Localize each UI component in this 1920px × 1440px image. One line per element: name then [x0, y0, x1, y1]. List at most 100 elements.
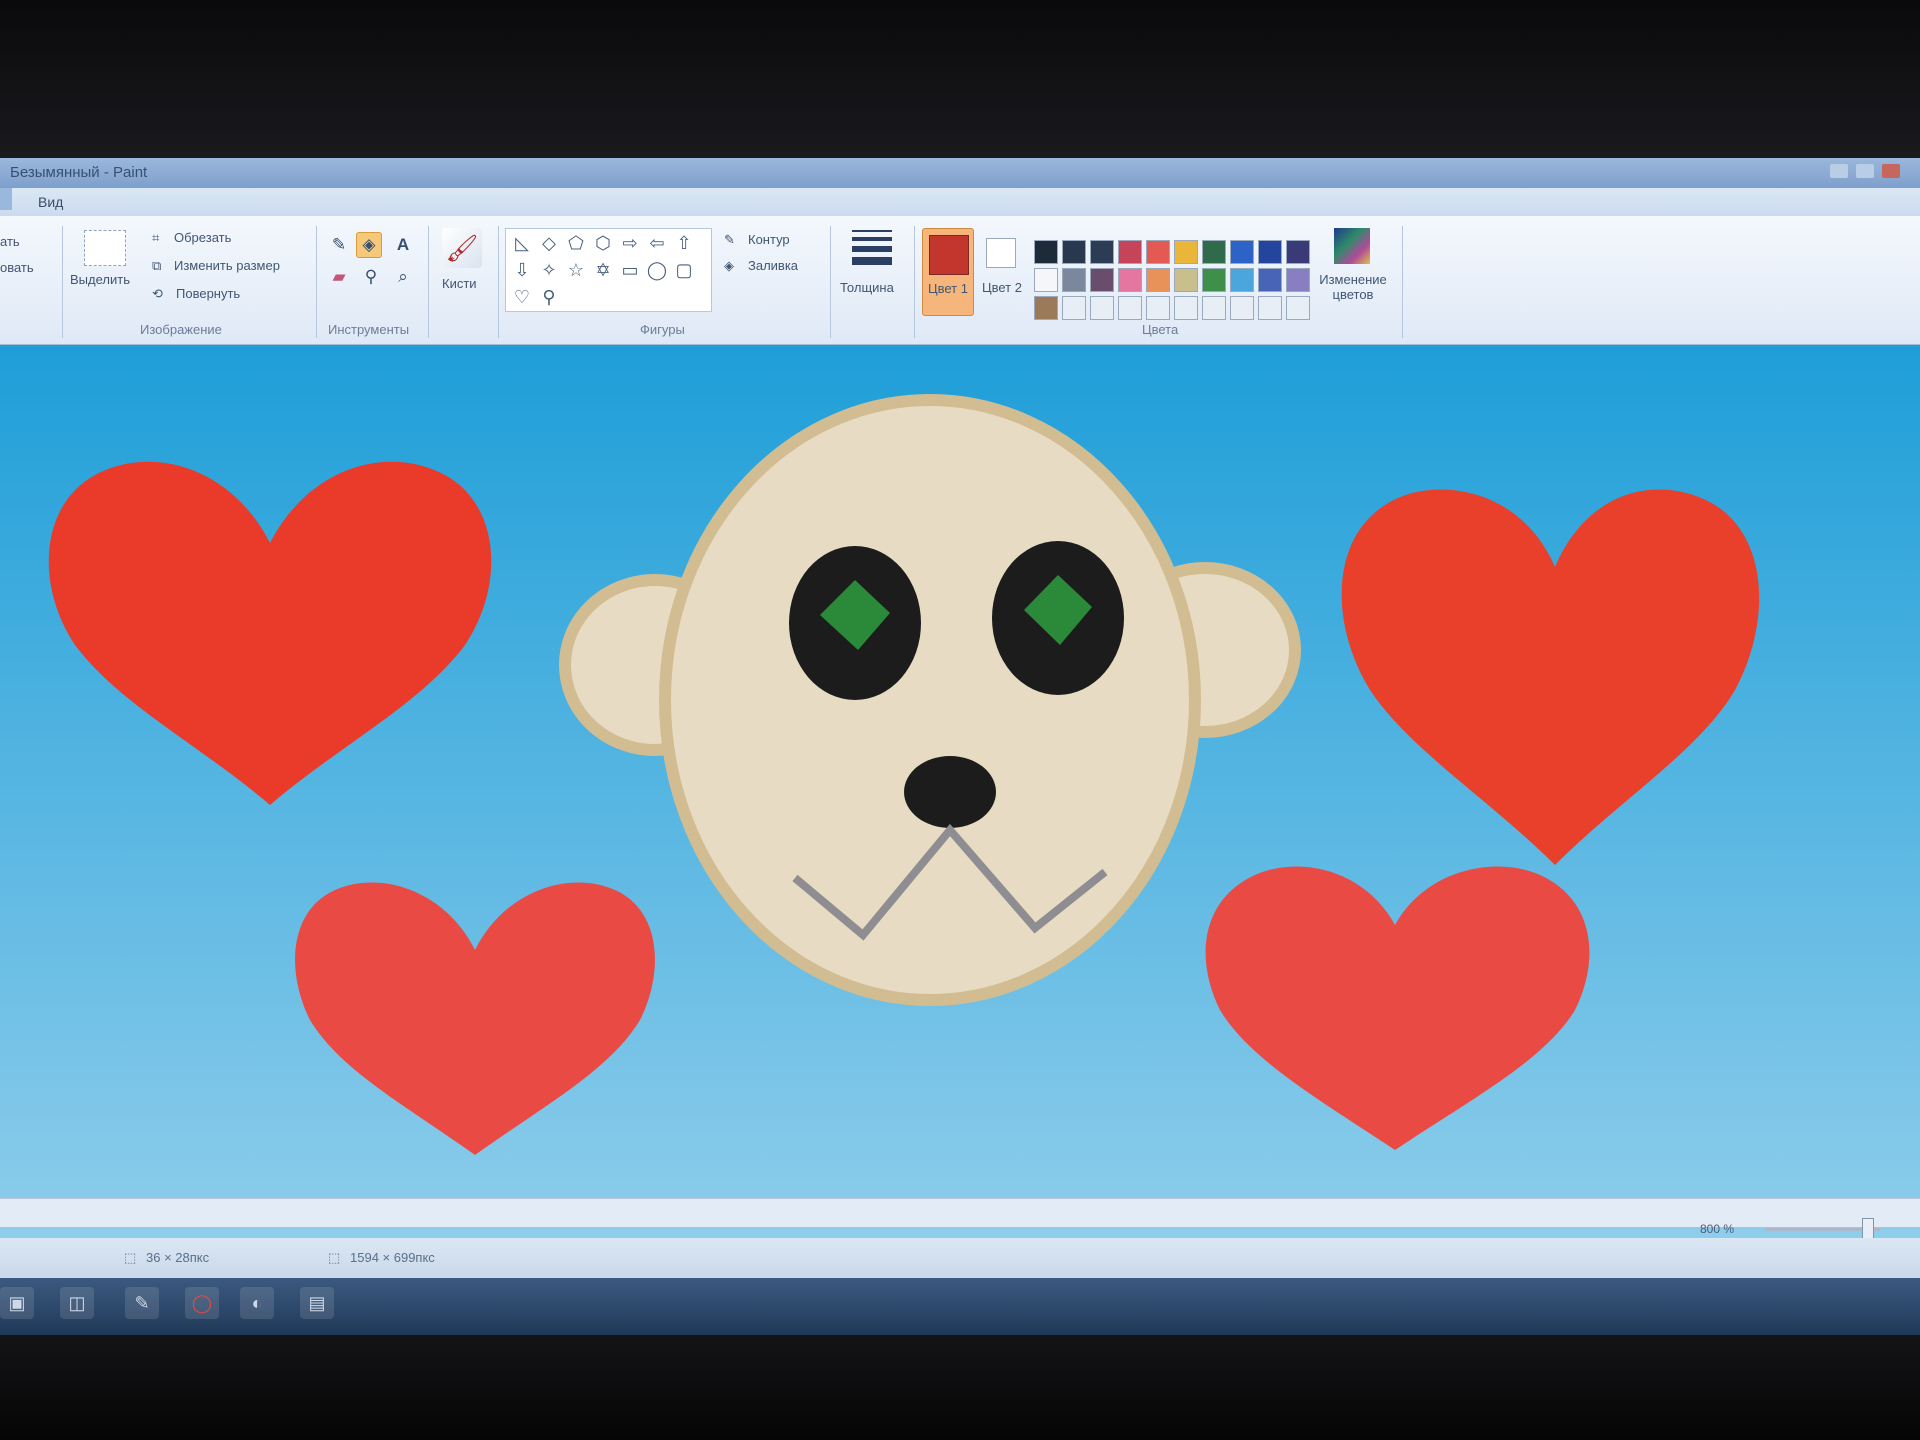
color2-button[interactable]: Цвет 2: [980, 228, 1024, 314]
palette-swatch[interactable]: [1230, 240, 1254, 264]
palette-swatch[interactable]: [1286, 268, 1310, 292]
palette-swatch[interactable]: [1286, 240, 1310, 264]
group-separator: [830, 226, 831, 338]
palette-swatch[interactable]: [1118, 296, 1142, 320]
shape-item[interactable]: ⬠: [564, 231, 588, 255]
pencil-icon[interactable]: ✎: [326, 232, 352, 258]
shape-item[interactable]: ▭: [618, 258, 642, 282]
palette-swatch[interactable]: [1146, 268, 1170, 292]
palette-swatch[interactable]: [1118, 240, 1142, 264]
eraser-icon[interactable]: ▰: [326, 264, 352, 290]
palette-swatch[interactable]: [1230, 296, 1254, 320]
edit-colors-button[interactable]: Изменение цветов: [1318, 272, 1388, 302]
palette-swatch[interactable]: [1146, 240, 1170, 264]
palette-swatch[interactable]: [1174, 268, 1198, 292]
crop-button[interactable]: Обрезать: [174, 230, 231, 245]
rotate-button[interactable]: Повернуть: [176, 286, 240, 301]
color-picker-icon[interactable]: ⚲: [358, 264, 384, 290]
zoom-level: 800 %: [1700, 1222, 1735, 1236]
taskbar-app-icon[interactable]: ◐: [240, 1287, 274, 1319]
selection-size-icon: ⬚: [124, 1250, 137, 1265]
shape-item[interactable]: ◯: [645, 258, 669, 282]
tab-view[interactable]: Вид: [38, 194, 63, 210]
palette-swatch[interactable]: [1090, 296, 1114, 320]
shape-item[interactable]: ✡: [591, 258, 615, 282]
taskbar-app-icon[interactable]: ◫: [60, 1287, 94, 1319]
text-icon[interactable]: A: [390, 232, 416, 258]
palette-swatch[interactable]: [1090, 240, 1114, 264]
size-button[interactable]: Толщина: [840, 280, 894, 295]
palette-swatch[interactable]: [1062, 240, 1086, 264]
group-label-colors: Цвета: [1142, 322, 1179, 337]
palette-swatch[interactable]: [1062, 296, 1086, 320]
save-icon[interactable]: ▣: [0, 1287, 34, 1319]
color1-label: Цвет 1: [928, 281, 968, 296]
minimize-button[interactable]: [1830, 164, 1848, 178]
palette-swatch[interactable]: [1286, 296, 1310, 320]
palette-swatch[interactable]: [1202, 268, 1226, 292]
image-size: 1594 × 699пкс: [350, 1250, 435, 1265]
palette-swatch[interactable]: [1174, 296, 1198, 320]
shape-item[interactable]: ⇧: [672, 231, 696, 255]
palette-swatch[interactable]: [1202, 296, 1226, 320]
group-label-tools: Инструменты: [328, 322, 410, 337]
palette-swatch[interactable]: [1090, 268, 1114, 292]
paste-button[interactable]: ать: [0, 234, 20, 249]
fill-icon[interactable]: ◈: [356, 232, 382, 258]
palette-swatch[interactable]: [1258, 268, 1282, 292]
paint-window: Безымянный - Paint Вид ать овать Выделит…: [0, 158, 1920, 1338]
resize-icon: ⧉: [152, 258, 162, 273]
crop-icon: ⌗: [152, 230, 160, 245]
group-separator: [498, 226, 499, 338]
shape-item[interactable]: ⬡: [591, 231, 615, 255]
palette-swatch[interactable]: [1118, 268, 1142, 292]
magnifier-icon[interactable]: ⌕: [390, 264, 416, 290]
horizontal-scrollbar[interactable]: [0, 1198, 1920, 1227]
rotate-icon: ⟲: [152, 286, 163, 301]
outline-button[interactable]: Контур: [748, 232, 790, 247]
palette-swatch[interactable]: [1062, 268, 1086, 292]
window-title: Безымянный - Paint: [10, 164, 148, 181]
palette-swatch[interactable]: [1034, 296, 1058, 320]
shape-item[interactable]: ⇨: [618, 231, 642, 255]
palette-swatch[interactable]: [1034, 268, 1058, 292]
taskbar-app-icon[interactable]: ✎: [125, 1287, 159, 1319]
bear-nose: [904, 756, 996, 828]
brushes-button[interactable]: Кисти: [442, 276, 477, 291]
shape-item[interactable]: ⇦: [645, 231, 669, 255]
close-button[interactable]: [1882, 164, 1900, 178]
palette-swatch[interactable]: [1230, 268, 1254, 292]
shape-item[interactable]: ✧: [537, 258, 561, 282]
drawing-canvas[interactable]: [0, 345, 1920, 1338]
file-menu-button[interactable]: [0, 188, 12, 210]
shape-item[interactable]: ◇: [537, 231, 561, 255]
edit-colors-icon: [1334, 228, 1370, 264]
shape-item[interactable]: ⇩: [510, 258, 534, 282]
shape-item[interactable]: ♡: [510, 285, 534, 309]
shape-item[interactable]: ⚲: [537, 285, 561, 309]
shape-item[interactable]: ◺: [510, 231, 534, 255]
shape-item[interactable]: ☆: [564, 258, 588, 282]
select-button[interactable]: Выделить: [70, 272, 130, 287]
opera-icon[interactable]: ◯: [185, 1287, 219, 1319]
palette-swatch[interactable]: [1202, 240, 1226, 264]
group-separator: [316, 226, 317, 338]
zoom-slider-thumb[interactable]: [1862, 1218, 1874, 1240]
color1-button[interactable]: Цвет 1: [922, 228, 974, 316]
shape-item[interactable]: ▢: [672, 258, 696, 282]
taskbar: ▣ ◫ ✎ ◯ ◐ ▤: [0, 1278, 1920, 1338]
palette-swatch[interactable]: [1034, 240, 1058, 264]
copy-button[interactable]: овать: [0, 260, 34, 275]
resize-button[interactable]: Изменить размер: [174, 258, 280, 273]
select-icon: [84, 230, 126, 266]
palette-swatch[interactable]: [1258, 296, 1282, 320]
shape-fill-button[interactable]: Заливка: [748, 258, 798, 273]
palette-swatch[interactable]: [1258, 240, 1282, 264]
maximize-button[interactable]: [1856, 164, 1874, 178]
group-separator: [1402, 226, 1403, 338]
image-size-icon: ⬚: [328, 1250, 341, 1265]
paint-taskbar-icon[interactable]: ▤: [300, 1287, 334, 1319]
palette-swatch[interactable]: [1174, 240, 1198, 264]
palette-swatch[interactable]: [1146, 296, 1170, 320]
monitor-bezel-top: [0, 0, 1920, 160]
